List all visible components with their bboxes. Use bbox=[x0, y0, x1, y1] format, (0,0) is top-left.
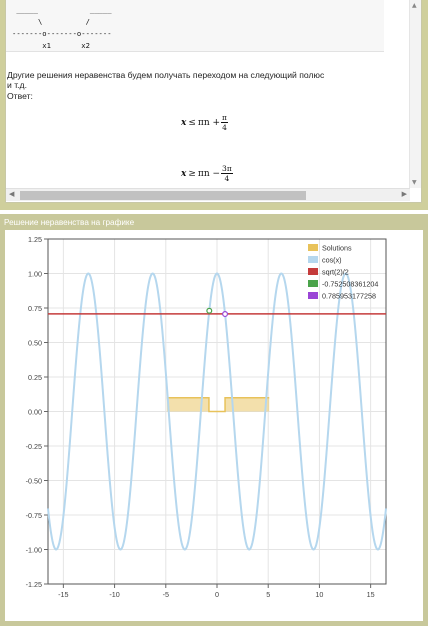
y-tick-label: -1.00 bbox=[26, 546, 42, 555]
fraction-numerator: 3π bbox=[221, 164, 233, 174]
legend-swatch bbox=[308, 292, 318, 299]
x-tick-label: -5 bbox=[163, 590, 169, 599]
y-tick-label: 0.75 bbox=[28, 304, 42, 313]
inequality-chart: -1.25 -1.00 -0.75 -0.50 -0.25 0.00 0.25 0.50 0.7… bbox=[26, 235, 387, 599]
text-line: Другие решения неравенства будем получат… bbox=[7, 70, 325, 80]
scroll-left-icon[interactable]: ◀ bbox=[9, 190, 14, 198]
legend-swatch bbox=[308, 256, 318, 263]
legend-label: Solutions bbox=[322, 244, 352, 253]
x-tick-label: 10 bbox=[315, 590, 323, 599]
answer-formula-2: x ≥ πn − 3π 4 bbox=[181, 164, 233, 183]
fraction-numerator: π bbox=[221, 113, 228, 123]
graph-panel-title: Решение неравенства на графике bbox=[4, 218, 135, 227]
formula-variable: x bbox=[181, 168, 187, 179]
answer-label: Ответ: bbox=[7, 90, 33, 101]
x-tick-label: 5 bbox=[266, 590, 270, 599]
legend-label: -0.752508361204 bbox=[322, 280, 378, 289]
y-tick-label: 1.25 bbox=[28, 235, 42, 244]
graph-area: -1.25 -1.00 -0.75 -0.50 -0.25 0.00 0.25 0.50 0.7… bbox=[5, 230, 423, 621]
ascii-diagram-text: _____ _____ \ / -------ο-------ο------- … bbox=[12, 5, 112, 50]
legend-swatch bbox=[308, 244, 318, 251]
fraction-denominator: 4 bbox=[222, 123, 227, 132]
formula-fraction: 3π 4 bbox=[221, 164, 233, 183]
formula-operator: ≥ bbox=[188, 168, 196, 179]
legend-label: 0.785953177258 bbox=[322, 292, 376, 301]
formula-operator: ≤ bbox=[188, 117, 196, 128]
legend-label: cos(x) bbox=[322, 256, 342, 265]
legend-label: sqrt(2)/2 bbox=[322, 268, 349, 277]
y-tick-label: -1.25 bbox=[26, 580, 42, 589]
scroll-up-icon[interactable]: ▲ bbox=[412, 2, 417, 9]
x-tick-label: -10 bbox=[109, 590, 119, 599]
point-marker bbox=[222, 311, 229, 318]
formula-rhs: πn + bbox=[197, 117, 221, 128]
formula-fraction: π 4 bbox=[221, 113, 228, 132]
scroll-down-icon[interactable]: ▼ bbox=[412, 179, 417, 186]
y-tick-label: -0.25 bbox=[26, 442, 42, 451]
point-marker bbox=[206, 307, 213, 314]
y-tick-label: -0.75 bbox=[26, 511, 42, 520]
horizontal-scrollbar[interactable]: ◀ ▶ bbox=[6, 188, 410, 201]
formula-rhs: πn − bbox=[197, 168, 221, 179]
vertical-scrollbar[interactable]: ▲ ▼ bbox=[409, 0, 421, 188]
legend-swatch bbox=[308, 268, 318, 275]
solution-text: Другие решения неравенства будем получат… bbox=[7, 70, 367, 101]
formula-variable: x bbox=[181, 117, 187, 128]
x-tick-label: 0 bbox=[215, 590, 219, 599]
x-tick-label: -15 bbox=[58, 590, 68, 599]
y-tick-label: -0.50 bbox=[26, 477, 42, 486]
scrollbar-thumb[interactable] bbox=[20, 191, 306, 200]
solution-panel: _____ _____ \ / -------ο-------ο------- … bbox=[0, 0, 428, 210]
solution-content: _____ _____ \ / -------ο-------ο------- … bbox=[5, 0, 422, 203]
answer-formula-1: x ≤ πn + π 4 bbox=[181, 113, 228, 132]
scroll-right-icon[interactable]: ▶ bbox=[402, 190, 407, 198]
y-tick-label: 1.00 bbox=[28, 270, 42, 279]
fraction-denominator: 4 bbox=[224, 174, 230, 183]
y-tick-label: 0.25 bbox=[28, 373, 42, 382]
y-tick-label: 0.00 bbox=[28, 408, 42, 417]
y-tick-label: 0.50 bbox=[28, 339, 42, 348]
x-tick-label: 15 bbox=[367, 590, 375, 599]
legend-swatch bbox=[308, 280, 318, 287]
ascii-diagram: _____ _____ \ / -------ο-------ο------- … bbox=[6, 0, 384, 52]
text-line: и т.д. bbox=[7, 80, 27, 91]
